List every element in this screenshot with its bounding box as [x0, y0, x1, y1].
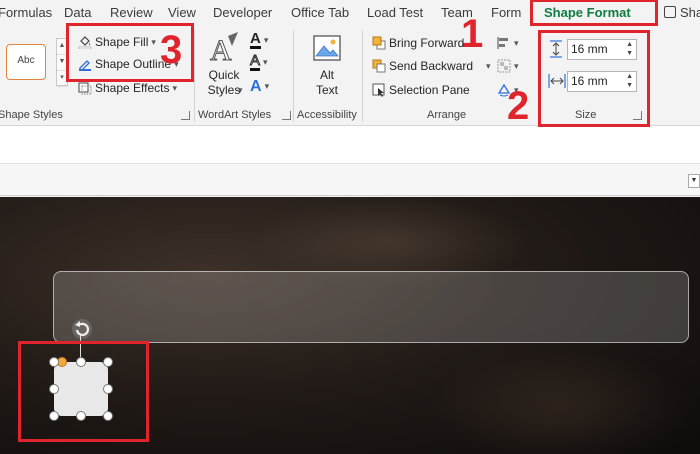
group-icon	[497, 59, 511, 73]
selection-pane-button[interactable]: Selection Pane	[372, 80, 470, 100]
annotation-box-size-group	[538, 30, 650, 127]
text-outline-icon: A	[249, 52, 261, 71]
group-divider	[194, 30, 195, 122]
bring-forward-button[interactable]: Bring Forward	[372, 33, 464, 53]
annotation-number-2: 2	[507, 84, 530, 128]
text-effects-button[interactable]: A ▾	[250, 76, 269, 96]
group-divider	[362, 30, 363, 122]
send-backward-icon	[372, 59, 386, 73]
chevron-down-icon: ▾	[264, 80, 270, 91]
alt-text-icon	[313, 35, 341, 61]
background-texture	[430, 347, 690, 454]
svg-text:A: A	[210, 34, 232, 64]
tab-data[interactable]: Data	[64, 5, 91, 20]
send-backward-label: Send Backward	[389, 59, 474, 73]
selection-pane-label: Selection Pane	[389, 83, 470, 97]
annotation-box-shape	[18, 341, 149, 442]
tab-developer[interactable]: Developer	[213, 5, 272, 20]
selection-pane-icon	[372, 83, 386, 97]
tab-load-test[interactable]: Load Test	[367, 5, 423, 20]
bring-forward-icon	[372, 36, 386, 50]
share-icon[interactable]	[664, 6, 676, 18]
shape-styles-group-label: Shape Styles	[0, 109, 63, 121]
chevron-down-icon: ▾	[486, 60, 491, 71]
arrange-group-label: Arrange	[427, 109, 467, 121]
shape-effects-icon	[78, 81, 92, 95]
text-fill-button[interactable]: A ▾	[250, 30, 268, 50]
ruler-bar	[0, 164, 700, 196]
shape-style-preset[interactable]: Abc	[6, 44, 46, 80]
bring-forward-label: Bring Forward	[389, 36, 465, 50]
tab-review[interactable]: Review	[110, 5, 153, 20]
chevron-down-icon: ▾	[263, 34, 269, 45]
chevron-down-icon: ▾	[172, 82, 178, 93]
tab-formulas[interactable]: Formulas	[0, 5, 52, 20]
chevron-down-icon[interactable]: ▼	[688, 174, 700, 188]
dialog-launcher-icon[interactable]	[282, 111, 291, 120]
chevron-down-icon: ▾	[514, 60, 519, 71]
alt-text-button[interactable]: Alt Text	[307, 34, 347, 100]
quick-styles-label-1: Quick	[208, 68, 240, 82]
formula-bar[interactable]	[0, 126, 700, 164]
text-outline-button[interactable]: A ▾	[249, 52, 268, 72]
share-button[interactable]: Share	[680, 5, 700, 20]
accessibility-group-label: Accessibility	[297, 109, 357, 121]
shape-effects-label: Shape Effects	[95, 81, 170, 95]
alt-text-label-2: Text	[315, 83, 338, 97]
group-divider	[293, 30, 294, 122]
annotation-number-1: 1	[461, 12, 484, 56]
tab-office-tab[interactable]: Office Tab	[291, 5, 349, 20]
quick-styles-icon: A	[210, 32, 238, 64]
rotate-handle-icon[interactable]	[71, 318, 93, 340]
text-fill-icon: A	[250, 30, 261, 49]
tab-form[interactable]: Form	[491, 5, 521, 20]
dialog-launcher-icon[interactable]	[181, 111, 190, 120]
group-objects-button[interactable]: ▾	[497, 56, 519, 76]
text-placeholder-box[interactable]	[53, 271, 689, 343]
text-effects-icon: A	[250, 77, 262, 95]
chevron-down-icon: ▾	[238, 85, 243, 95]
wordart-styles-group-label: WordArt Styles	[198, 109, 272, 121]
chevron-down-icon: ▾	[263, 56, 268, 67]
align-icon	[497, 36, 511, 50]
chevron-down-icon: ▾	[514, 37, 519, 48]
annotation-box-shape-format-tab	[530, 0, 658, 26]
align-button[interactable]: ▾	[497, 33, 519, 53]
tab-view[interactable]: View	[168, 5, 196, 20]
annotation-number-3: 3	[160, 28, 183, 72]
send-backward-button[interactable]: Send Backward ▾	[372, 56, 491, 76]
alt-text-label-1: Alt	[319, 68, 334, 82]
quick-styles-button[interactable]: A Quick Styles ▾	[204, 32, 244, 102]
